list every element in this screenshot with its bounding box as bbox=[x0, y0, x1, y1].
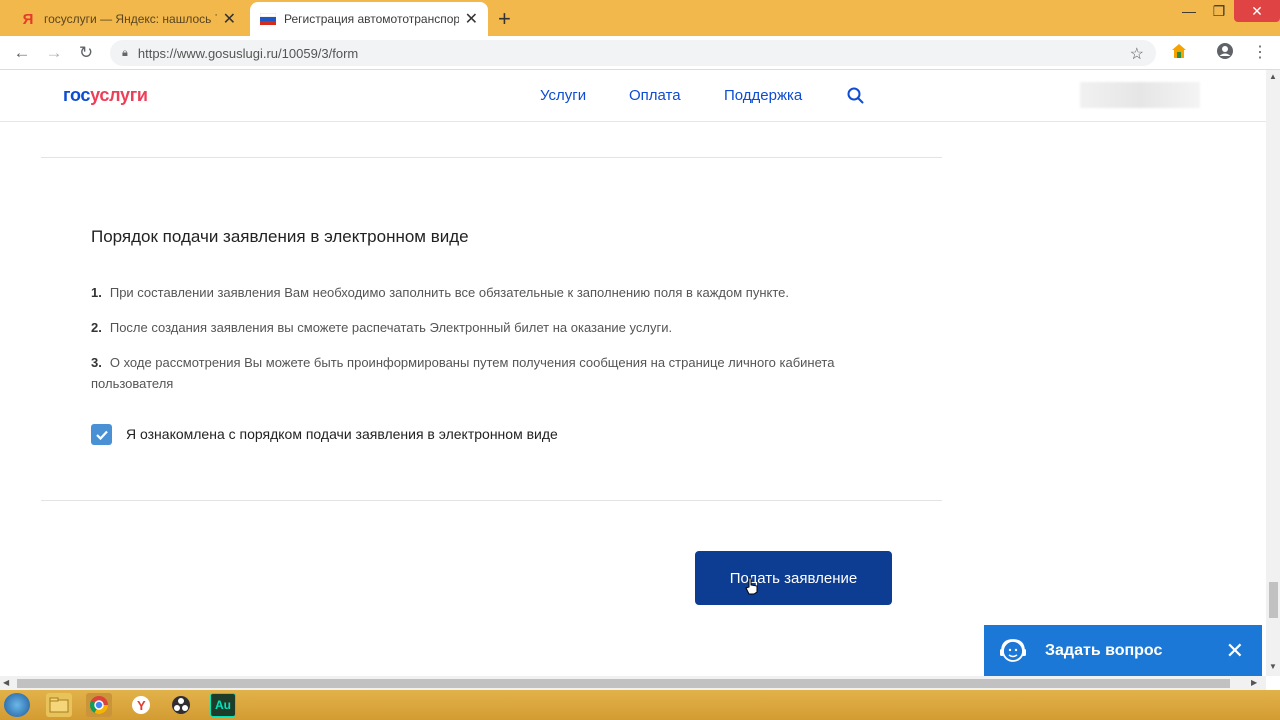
browser-toolbar: ← → ↻ 🔒︎ https://www.gosuslugi.ru/10059/… bbox=[0, 36, 1280, 70]
scroll-down-icon[interactable]: ▼ bbox=[1269, 662, 1277, 671]
search-icon[interactable] bbox=[846, 86, 866, 106]
tab-gosuslugi-form[interactable]: Регистрация автомототранспор ✕ bbox=[250, 2, 488, 36]
yandex-browser-icon[interactable]: Y bbox=[128, 693, 154, 717]
vertical-scroll-thumb[interactable] bbox=[1269, 582, 1278, 618]
profile-icon[interactable] bbox=[1216, 42, 1234, 65]
step-number: 3. bbox=[91, 355, 102, 370]
extension-icon[interactable] bbox=[1170, 42, 1188, 65]
window-close-icon[interactable]: ✕ bbox=[1234, 0, 1280, 22]
close-tab-icon[interactable]: ✕ bbox=[223, 9, 236, 29]
reload-icon[interactable]: ↻ bbox=[74, 42, 98, 64]
url-text: https://www.gosuslugi.ru/10059/3/form bbox=[137, 45, 359, 61]
submit-application-button[interactable]: Подать заявление bbox=[695, 551, 892, 605]
gosuslugi-logo[interactable]: госуслуги bbox=[63, 85, 148, 106]
step-text: При составлении заявления Вам необходимо… bbox=[109, 285, 789, 300]
logo-part-uslugi: услуги bbox=[90, 85, 148, 105]
file-explorer-icon[interactable] bbox=[46, 693, 72, 717]
close-tab-icon[interactable]: ✕ bbox=[465, 9, 478, 29]
agreement-checkbox-label[interactable]: Я ознакомлена с порядком подачи заявлени… bbox=[126, 426, 558, 442]
scroll-up-icon[interactable]: ▲ bbox=[1269, 72, 1277, 81]
blurred-user-area bbox=[1080, 82, 1200, 108]
list-item: 2. После создания заявления вы сможете ра… bbox=[91, 317, 871, 338]
tab-title: Регистрация автомототранспор bbox=[284, 12, 459, 26]
yandex-icon: Я bbox=[22, 10, 34, 28]
support-agent-icon bbox=[1000, 638, 1026, 662]
list-item: 3. О ходе рассмотрения Вы можете быть про… bbox=[91, 352, 871, 394]
horizontal-scrollbar[interactable]: ◀ ▶ bbox=[0, 676, 1266, 690]
os-taskbar: Y Au bbox=[0, 690, 1280, 720]
scroll-right-icon[interactable]: ▶ bbox=[1251, 678, 1257, 687]
agreement-checkbox[interactable] bbox=[91, 424, 112, 445]
scroll-left-icon[interactable]: ◀ bbox=[3, 678, 9, 687]
section-title: Порядок подачи заявления в электронном в… bbox=[91, 227, 469, 246]
chrome-icon[interactable] bbox=[86, 693, 112, 717]
site-header: госуслуги Услуги Оплата Поддержка bbox=[0, 70, 1266, 122]
ask-question-label: Задать вопрос bbox=[1045, 641, 1163, 659]
nav-link-services[interactable]: Услуги bbox=[540, 87, 586, 104]
restore-icon[interactable]: ❐ bbox=[1204, 0, 1234, 22]
step-number: 2. bbox=[91, 320, 102, 335]
ask-question-widget[interactable]: Задать вопрос ✕ bbox=[984, 625, 1262, 676]
horizontal-scroll-thumb[interactable] bbox=[17, 679, 1230, 688]
browser-tab-bar: Я госуслуги — Яндекс: нашлось 7 ✕ Регист… bbox=[0, 0, 1280, 36]
bookmark-star-icon[interactable]: ☆ bbox=[1130, 44, 1144, 64]
minimize-icon[interactable]: — bbox=[1174, 0, 1204, 22]
divider-bottom bbox=[41, 500, 942, 501]
step-number: 1. bbox=[91, 285, 102, 300]
menu-kebab-icon[interactable]: ⋮ bbox=[1252, 42, 1268, 62]
list-item: 1. При составлении заявления Вам необходи… bbox=[91, 282, 871, 303]
step-text: О ходе рассмотрения Вы можете быть проин… bbox=[91, 355, 835, 391]
logo-part-gos: гос bbox=[63, 85, 91, 105]
back-icon[interactable]: ← bbox=[10, 42, 34, 64]
forward-icon[interactable]: → bbox=[42, 42, 66, 64]
audition-icon[interactable]: Au bbox=[210, 693, 236, 717]
divider-top bbox=[41, 157, 942, 158]
svg-text:Y: Y bbox=[137, 698, 146, 713]
nav-link-support[interactable]: Поддержка bbox=[724, 87, 802, 104]
vertical-scrollbar[interactable]: ▲ ▼ bbox=[1266, 70, 1280, 676]
nav-link-payment[interactable]: Оплата bbox=[629, 87, 681, 104]
new-tab-icon[interactable]: + bbox=[498, 6, 511, 32]
hand-cursor-icon bbox=[745, 577, 759, 600]
lock-icon: 🔒︎ bbox=[122, 46, 128, 59]
obs-icon[interactable] bbox=[168, 693, 194, 717]
russia-flag-icon bbox=[260, 11, 276, 27]
checkmark-icon bbox=[95, 430, 108, 440]
window-controls: — ❐ ✕ bbox=[1174, 0, 1280, 24]
close-widget-icon[interactable]: ✕ bbox=[1226, 638, 1244, 664]
start-icon[interactable] bbox=[4, 693, 30, 717]
tab-title: госуслуги — Яндекс: нашлось 7 bbox=[44, 12, 217, 26]
step-text: После создания заявления вы сможете расп… bbox=[109, 320, 673, 335]
tab-yandex-search[interactable]: Я госуслуги — Яндекс: нашлось 7 ✕ bbox=[10, 2, 246, 36]
address-bar[interactable]: 🔒︎ https://www.gosuslugi.ru/10059/3/form… bbox=[110, 40, 1156, 66]
